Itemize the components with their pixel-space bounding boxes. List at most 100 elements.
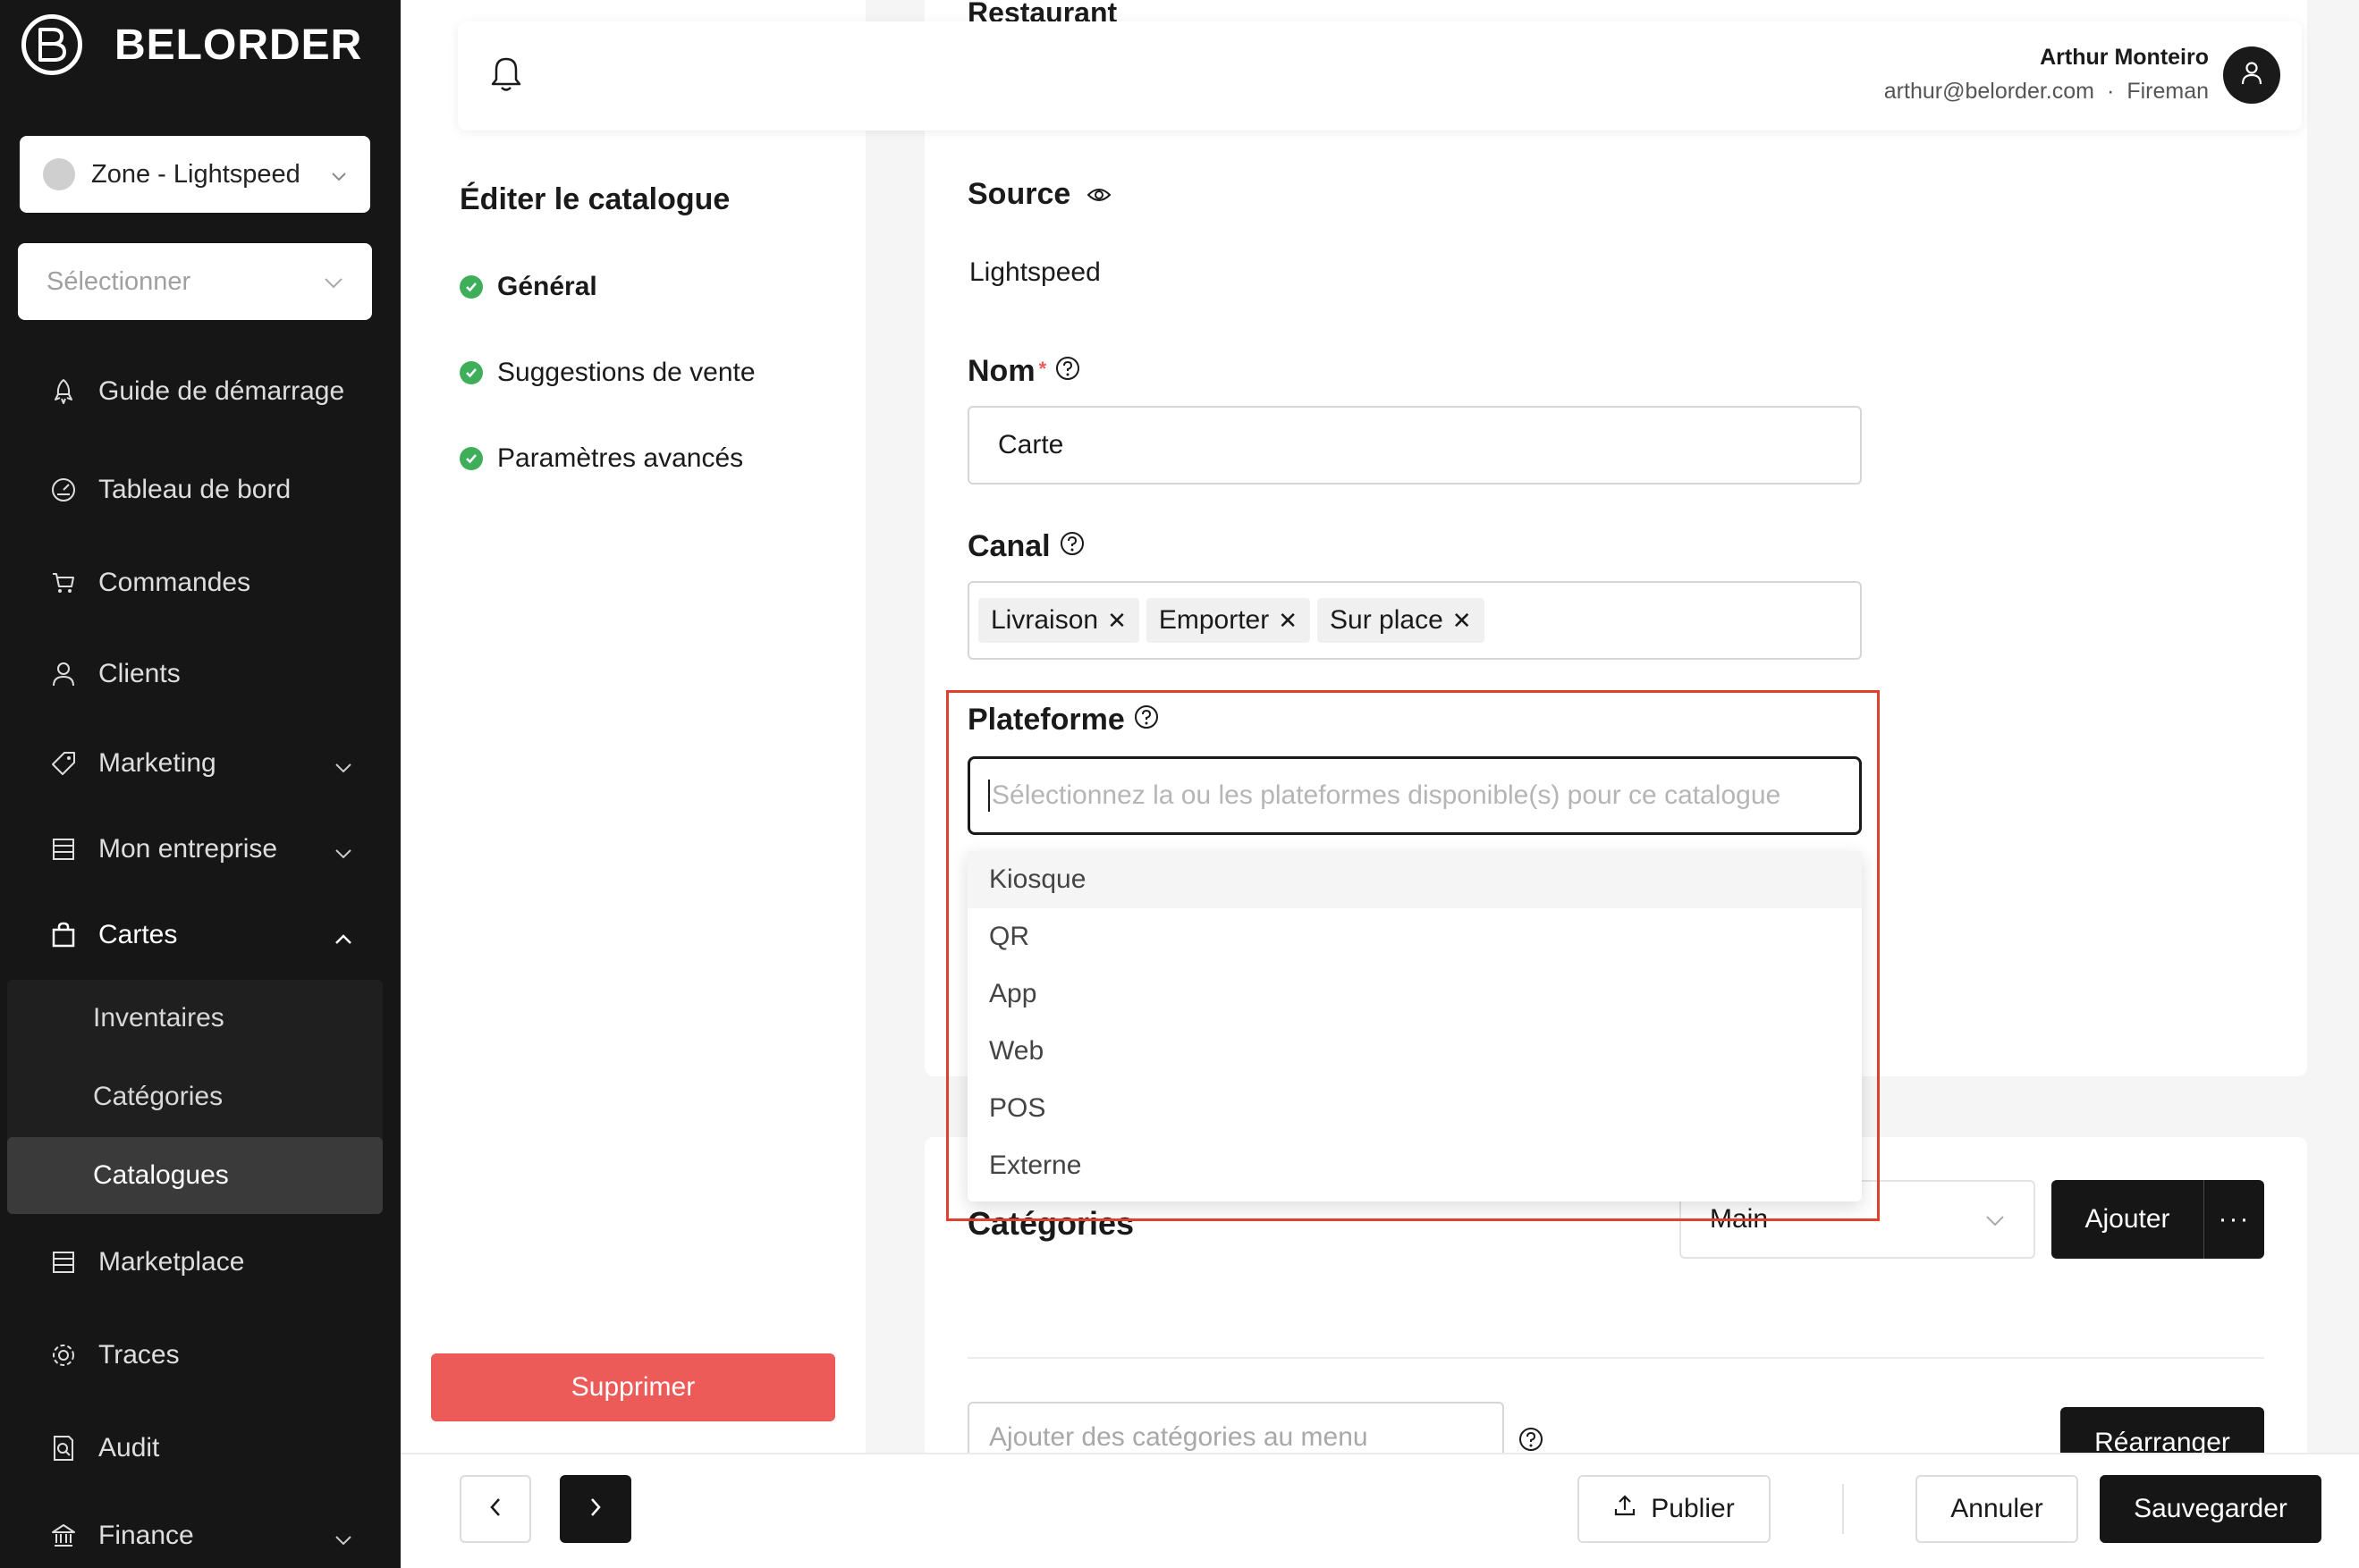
required-marker: * [1038, 358, 1047, 380]
channel-tag[interactable]: Emporter ✕ [1146, 598, 1311, 643]
nav-finance[interactable]: Finance [0, 1500, 401, 1568]
publish-button[interactable]: Publier [1577, 1475, 1771, 1543]
nav-label: Tableau de bord [98, 475, 292, 504]
sub-item-catalogues[interactable]: Catalogues [7, 1137, 383, 1214]
name-label-text: Nom [968, 354, 1036, 388]
divider [968, 1357, 2264, 1359]
chevron-down-icon [1985, 1204, 2005, 1235]
tag-icon [48, 748, 79, 779]
chevron-down-icon [331, 160, 347, 190]
user-icon [2240, 61, 2263, 90]
highlight-box [946, 690, 1880, 1221]
channel-label-text: Canal [968, 529, 1051, 563]
add-button[interactable]: Ajouter [2051, 1204, 2203, 1235]
check-circle-icon [460, 361, 483, 384]
zone-select-value: Zone - Lightspeed [91, 159, 300, 189]
location-select[interactable]: Sélectionner [18, 243, 372, 320]
nav-dashboard[interactable]: Tableau de bord [0, 454, 401, 526]
name-field[interactable]: Carte [968, 406, 1862, 485]
avatar[interactable] [2223, 46, 2280, 104]
name-label: Nom * [968, 354, 1080, 389]
close-icon[interactable]: ✕ [1278, 607, 1298, 635]
nav-label: Cartes [98, 920, 178, 949]
next-button[interactable] [560, 1475, 631, 1543]
belorder-logo-icon [21, 14, 82, 75]
nav-label: Audit [98, 1433, 160, 1463]
source-value: Lightspeed [969, 257, 1101, 287]
zone-avatar [43, 158, 75, 190]
nav-marketing[interactable]: Marketing [0, 728, 401, 799]
channel-tag[interactable]: Sur place ✕ [1317, 598, 1484, 643]
nav-clients[interactable]: Clients [0, 638, 401, 710]
close-icon[interactable]: ✕ [1107, 607, 1127, 635]
step-panel [401, 0, 866, 1453]
sub-item-inventaires[interactable]: Inventaires [7, 980, 383, 1057]
close-icon[interactable]: ✕ [1452, 607, 1472, 635]
step-general[interactable]: Général [460, 272, 597, 302]
chevron-down-icon [334, 837, 352, 867]
dashboard-icon [48, 475, 79, 505]
nav-audit[interactable]: Audit [0, 1412, 401, 1484]
bank-icon [48, 1521, 79, 1551]
channel-tag-label: Sur place [1330, 605, 1443, 635]
rocket-icon [48, 376, 79, 407]
nav-label: Marketing [98, 748, 216, 778]
nav-label: Finance [98, 1521, 194, 1550]
brand-name: BELORDER [114, 21, 363, 69]
user-icon [48, 659, 79, 689]
nav-traces[interactable]: Traces [0, 1319, 401, 1391]
channel-tag-label: Emporter [1158, 605, 1270, 635]
add-category-button-group: Ajouter ··· [2051, 1180, 2264, 1259]
delete-button[interactable]: Supprimer [431, 1353, 835, 1421]
channel-tag[interactable]: Livraison ✕ [978, 598, 1139, 643]
top-header: Arthur Monteiro arthur@belorder.com · Fire… [458, 21, 2302, 131]
bag-icon [48, 920, 79, 950]
bell-icon[interactable] [490, 55, 522, 97]
user-name: Arthur Monteiro [2040, 45, 2209, 70]
nav-label: Guide de démarrage [98, 376, 345, 406]
channel-label: Canal [968, 529, 1085, 564]
user-meta: arthur@belorder.com · Fireman [1883, 79, 2209, 104]
location-select-placeholder: Sélectionner [47, 266, 191, 296]
nav-orders[interactable]: Commandes [0, 547, 401, 619]
cancel-button[interactable]: Annuler [1915, 1475, 2078, 1543]
channel-tag-label: Livraison [991, 605, 1099, 635]
previous-button[interactable] [460, 1475, 531, 1543]
store-icon [48, 1247, 79, 1277]
nav-guide[interactable]: Guide de démarrage [0, 356, 401, 427]
nav-label: Commandes [98, 568, 251, 597]
help-icon[interactable] [1055, 354, 1080, 389]
chevron-left-icon [489, 1494, 502, 1524]
step-advanced[interactable]: Paramètres avancés [460, 443, 743, 474]
step-suggestions[interactable]: Suggestions de vente [460, 358, 756, 388]
publish-label: Publier [1651, 1494, 1735, 1523]
brand-logo[interactable]: BELORDER [21, 14, 362, 75]
eye-icon[interactable] [1086, 177, 1112, 212]
source-label: Source [968, 177, 1112, 212]
cart-icon [48, 568, 79, 598]
user-email: arthur@belorder.com [1883, 79, 2094, 104]
help-icon[interactable] [1060, 529, 1085, 564]
chevron-right-icon [589, 1494, 602, 1524]
nav-label: Mon entreprise [98, 834, 278, 864]
step-panel-title: Éditer le catalogue [460, 182, 731, 216]
sub-item-categories[interactable]: Catégories [7, 1058, 383, 1135]
sidebar: BELORDER Zone - Lightspeed Sélectionner … [0, 0, 401, 1568]
check-circle-icon [460, 275, 483, 299]
chevron-down-icon [324, 267, 343, 297]
nav-cartes[interactable]: Cartes [0, 899, 401, 971]
zone-select[interactable]: Zone - Lightspeed [20, 136, 370, 213]
chevron-down-icon [334, 1523, 352, 1554]
chevron-down-icon [334, 751, 352, 781]
chevron-up-icon [334, 923, 352, 953]
more-options-icon[interactable]: ··· [2204, 1204, 2264, 1235]
nav-company[interactable]: Mon entreprise [0, 814, 401, 885]
save-button[interactable]: Sauvegarder [2100, 1475, 2321, 1543]
nav-marketplace[interactable]: Marketplace [0, 1227, 401, 1298]
check-circle-icon [460, 447, 483, 470]
channel-multiselect[interactable]: Livraison ✕ Emporter ✕ Sur place ✕ [968, 581, 1862, 660]
divider [1842, 1484, 1844, 1534]
upload-icon [1613, 1494, 1636, 1524]
step-label: Général [497, 272, 597, 301]
nav-label: Clients [98, 659, 181, 688]
